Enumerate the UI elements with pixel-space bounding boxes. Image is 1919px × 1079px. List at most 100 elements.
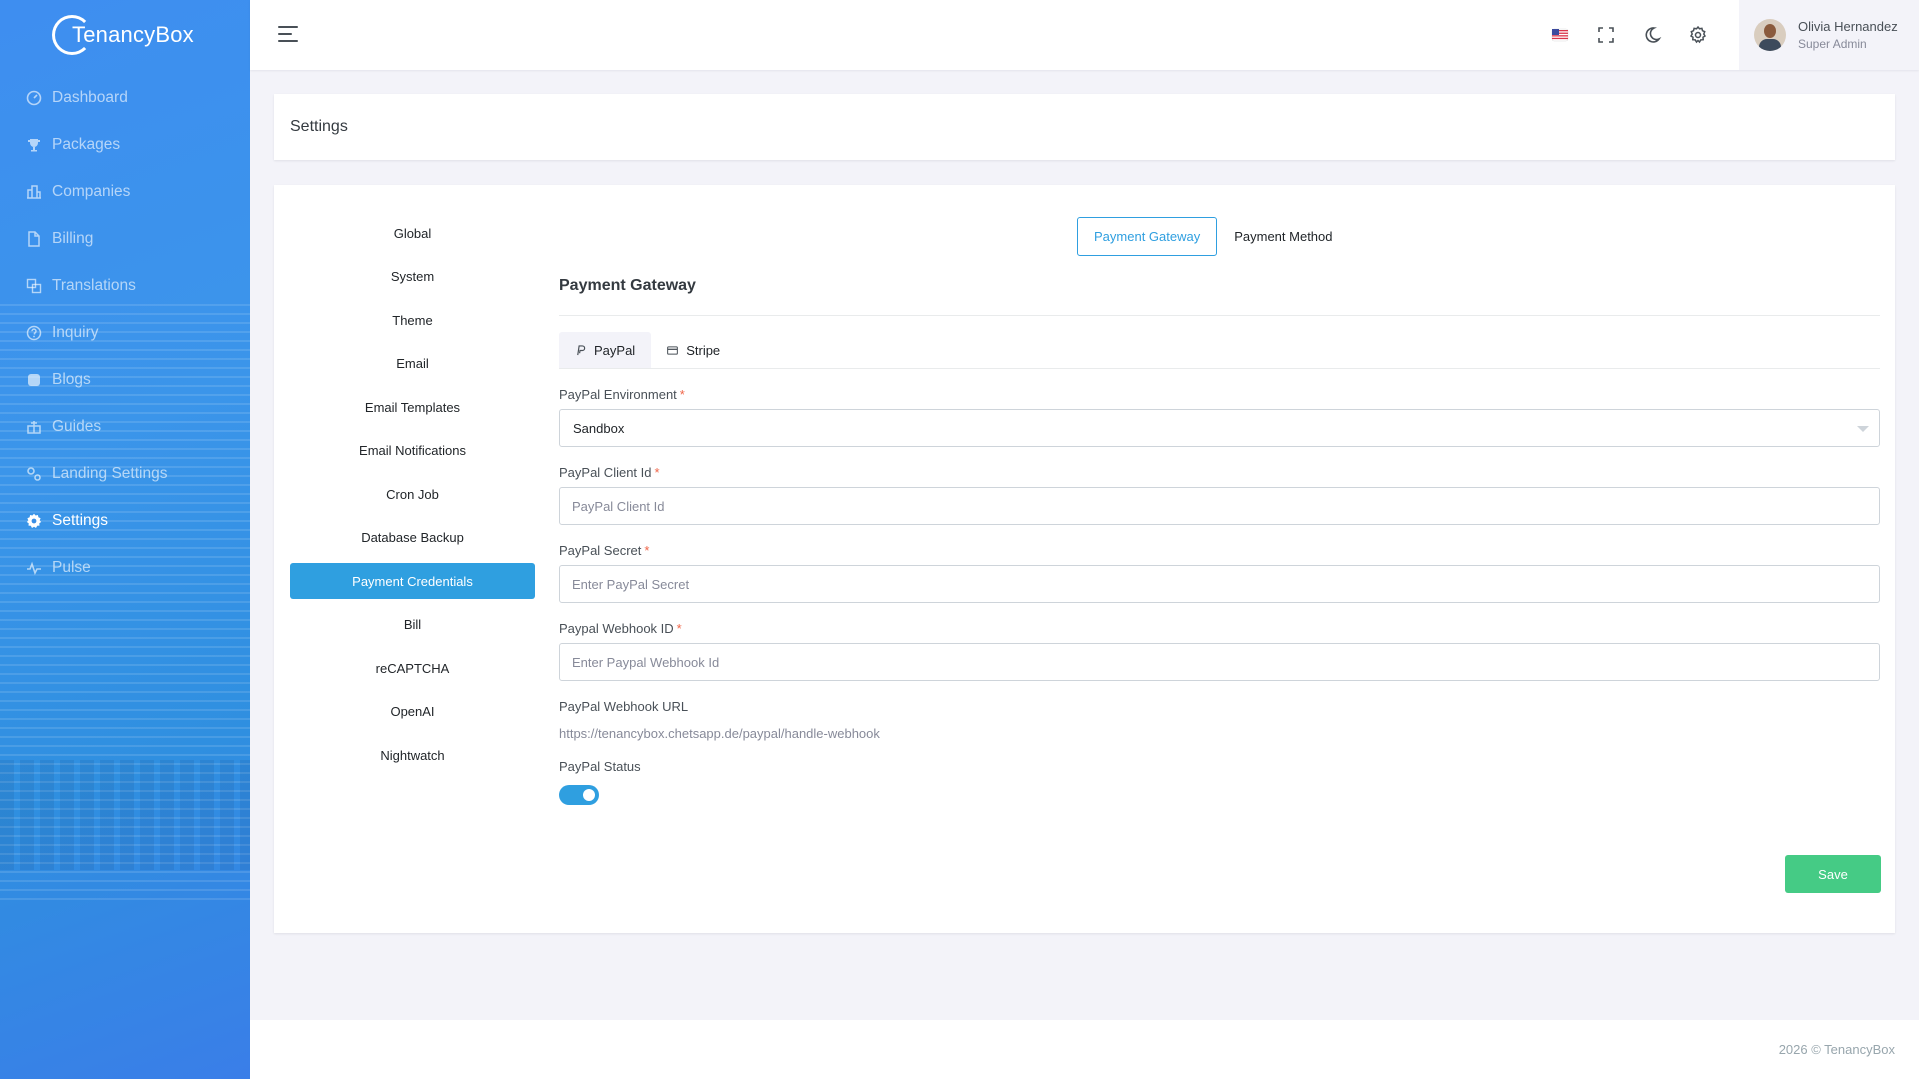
settings-nav: Global System Theme Email Email Template… xyxy=(290,215,535,781)
blog-icon xyxy=(25,371,42,388)
environment-value: Sandbox xyxy=(573,420,625,436)
settings-nav-bill[interactable]: Bill xyxy=(290,607,535,643)
us-flag-icon[interactable] xyxy=(1537,0,1583,70)
divider xyxy=(559,315,1880,316)
sidebar-item-label: Translations xyxy=(52,276,136,294)
menu-toggle-icon[interactable] xyxy=(278,26,300,44)
sidebar: TenancyBox Dashboard Packages Companies … xyxy=(0,0,250,1079)
sidebar-item-label: Settings xyxy=(52,511,109,529)
sidebar-item-label: Inquiry xyxy=(52,323,99,341)
logo-text: TenancyBox xyxy=(72,22,194,47)
status-toggle[interactable] xyxy=(559,785,599,805)
sidebar-item-translations[interactable]: Translations xyxy=(0,262,250,309)
status-label: PayPal Status xyxy=(559,759,641,774)
settings-nav-global[interactable]: Global xyxy=(290,215,535,251)
pulse-icon xyxy=(25,559,42,576)
provider-tabs: PayPal Stripe xyxy=(559,332,1880,369)
required-mark: * xyxy=(676,621,682,636)
tab-payment-method[interactable]: Payment Method xyxy=(1217,217,1349,256)
fullscreen-icon[interactable] xyxy=(1583,0,1629,70)
secret-label: PayPal Secret * xyxy=(559,543,650,558)
required-mark: * xyxy=(654,465,660,480)
sidebar-item-settings[interactable]: Settings xyxy=(0,497,250,544)
settings-nav-payment-credentials[interactable]: Payment Credentials xyxy=(290,563,535,599)
client-id-input[interactable] xyxy=(559,487,1880,525)
trophy-icon xyxy=(25,136,42,153)
page-title-card: Settings xyxy=(274,94,1895,160)
sidebar-item-label: Packages xyxy=(52,135,121,153)
sidebar-item-label: Dashboard xyxy=(52,88,128,106)
webhook-url-label: PayPal Webhook URL xyxy=(559,699,689,714)
app-logo[interactable]: TenancyBox xyxy=(52,12,194,58)
sidebar-item-label: Blogs xyxy=(52,370,91,388)
sidebar-item-guides[interactable]: Guides xyxy=(0,403,250,450)
avatar xyxy=(1754,19,1786,51)
sidebar-item-label: Billing xyxy=(52,229,94,247)
sidebar-item-blogs[interactable]: Blogs xyxy=(0,356,250,403)
required-mark: * xyxy=(679,387,685,402)
sidebar-nav: Dashboard Packages Companies Billing Tra… xyxy=(0,74,250,591)
topbar: Olivia Hernandez Super Admin xyxy=(250,0,1919,70)
user-role: Super Admin xyxy=(1798,37,1867,51)
building-icon xyxy=(25,183,42,200)
footer: 2026 © TenancyBox xyxy=(250,1020,1919,1079)
sidebar-item-label: Pulse xyxy=(52,558,91,576)
file-icon xyxy=(25,230,42,247)
tab-stripe[interactable]: Stripe xyxy=(651,332,736,368)
card-icon xyxy=(667,345,679,355)
user-info: Olivia Hernandez Super Admin xyxy=(1798,19,1898,51)
settings-nav-system[interactable]: System xyxy=(290,259,535,295)
webhook-url-value: https://tenancybox.chetsapp.de/paypal/ha… xyxy=(559,726,880,741)
moon-icon[interactable] xyxy=(1629,0,1675,70)
tab-label: Stripe xyxy=(686,342,721,358)
user-name: Olivia Hernandez xyxy=(1798,19,1898,34)
payment-gateway-panel: Payment Gateway PayPal Stripe PayPal Env… xyxy=(559,277,1880,805)
sidebar-item-companies[interactable]: Companies xyxy=(0,168,250,215)
sidebar-item-label: Guides xyxy=(52,417,102,435)
settings-nav-recaptcha[interactable]: reCAPTCHA xyxy=(290,650,535,686)
tab-payment-gateway[interactable]: Payment Gateway xyxy=(1077,217,1218,256)
topbar-icons xyxy=(1537,0,1721,70)
sidebar-item-inquiry[interactable]: Inquiry xyxy=(0,309,250,356)
sidebar-background-keyboard xyxy=(0,760,250,870)
client-id-label: PayPal Client Id * xyxy=(559,465,660,480)
settings-nav-email-templates[interactable]: Email Templates xyxy=(290,389,535,425)
save-button[interactable]: Save xyxy=(1785,855,1881,893)
settings-nav-nightwatch[interactable]: Nightwatch xyxy=(290,737,535,773)
settings-card: Global System Theme Email Email Template… xyxy=(274,185,1895,933)
environment-label: PayPal Environment * xyxy=(559,387,685,402)
settings-nav-email-notifications[interactable]: Email Notifications xyxy=(290,433,535,469)
settings-nav-database-backup[interactable]: Database Backup xyxy=(290,520,535,556)
tab-paypal[interactable]: PayPal xyxy=(559,332,652,368)
settings-nav-email[interactable]: Email xyxy=(290,346,535,382)
chevron-down-icon xyxy=(1857,426,1869,432)
settings-nav-cron-job[interactable]: Cron Job xyxy=(290,476,535,512)
sidebar-item-billing[interactable]: Billing xyxy=(0,215,250,262)
section-title: Payment Gateway xyxy=(559,277,696,294)
dashboard-icon xyxy=(25,89,42,106)
gateway-tabs: Payment Gateway Payment Method xyxy=(1077,217,1350,256)
sidebar-item-dashboard[interactable]: Dashboard xyxy=(0,74,250,121)
gears-icon xyxy=(25,465,42,482)
gear-icon[interactable] xyxy=(1675,0,1721,70)
required-mark: * xyxy=(644,543,650,558)
guide-icon xyxy=(25,418,42,435)
sidebar-item-pulse[interactable]: Pulse xyxy=(0,544,250,591)
gear-icon xyxy=(25,512,42,529)
webhook-id-label: Paypal Webhook ID * xyxy=(559,621,682,636)
translate-icon xyxy=(25,277,42,294)
question-icon xyxy=(25,324,42,341)
webhook-id-input[interactable] xyxy=(559,643,1880,681)
settings-nav-theme[interactable]: Theme xyxy=(290,302,535,338)
settings-nav-openai[interactable]: OpenAI xyxy=(290,694,535,730)
sidebar-item-packages[interactable]: Packages xyxy=(0,121,250,168)
tab-label: PayPal xyxy=(594,342,636,358)
sidebar-item-label: Landing Settings xyxy=(52,464,168,482)
environment-select[interactable]: Sandbox xyxy=(559,409,1880,447)
page-title: Settings xyxy=(290,118,348,135)
sidebar-item-landing-settings[interactable]: Landing Settings xyxy=(0,450,250,497)
secret-input[interactable] xyxy=(559,565,1880,603)
sidebar-item-label: Companies xyxy=(52,182,131,200)
footer-copyright: 2026 © TenancyBox xyxy=(1778,1042,1895,1057)
user-menu[interactable]: Olivia Hernandez Super Admin xyxy=(1739,0,1919,70)
